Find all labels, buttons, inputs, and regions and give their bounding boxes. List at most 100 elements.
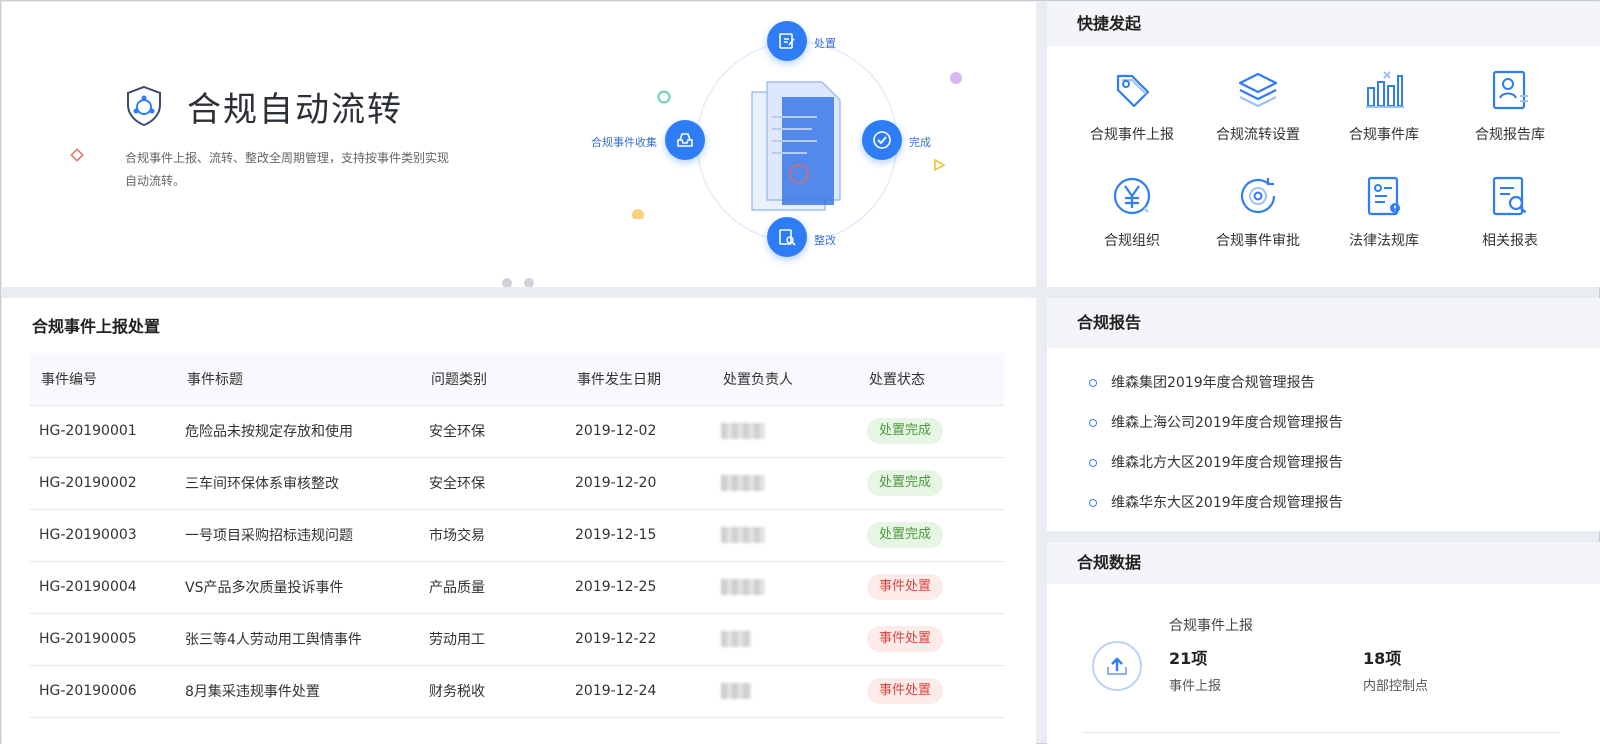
event-title[interactable]: 8月集采违规事件处置	[175, 664, 419, 718]
user-report-icon	[1492, 70, 1528, 110]
list-item[interactable]: 维森华东大区2019年度合规管理报告	[1089, 483, 1600, 523]
events-title: 合规事件上报处置	[2, 298, 1036, 356]
blurred-owner-name	[721, 579, 765, 595]
events-table: 事件编号 事件标题 问题类别 事件发生日期 处置负责人 处置状态 HG-2019…	[29, 353, 1004, 718]
carousel-dot-2[interactable]	[524, 278, 534, 287]
table-row[interactable]: HG-20190004 VS产品多次质量投诉事件 产品质量 2019-12-25…	[29, 560, 1004, 613]
status-badge: 处置完成	[867, 522, 944, 548]
data-title: 合规数据	[1047, 542, 1600, 584]
carousel-dot-1[interactable]	[502, 278, 512, 287]
divider	[1082, 732, 1560, 733]
quick-item-related-reports[interactable]: 相关报表	[1447, 172, 1573, 278]
data-subtitle: 合规事件上报	[1169, 618, 1253, 634]
bullet-ring-icon	[1089, 499, 1097, 507]
diamond-decoration-icon	[70, 148, 84, 162]
document-search-icon	[1492, 176, 1527, 216]
column-header-category: 问题类别	[431, 371, 487, 388]
list-item[interactable]: 维森集团2019年度合规管理报告	[1089, 363, 1600, 403]
quick-item-event-library[interactable]: 合规事件库	[1321, 66, 1447, 172]
event-date: 2019-12-02	[565, 404, 711, 457]
event-title[interactable]: 危险品未按规定存放和使用	[175, 404, 419, 457]
event-title[interactable]: VS产品多次质量投诉事件	[175, 560, 419, 613]
list-item[interactable]: 维森北方大区2019年度合规管理报告	[1089, 443, 1600, 483]
quick-item-label: 相关报表	[1482, 233, 1538, 249]
event-date: 2019-12-22	[565, 612, 711, 665]
rectify-step-label: 整改	[814, 234, 836, 247]
table-row[interactable]: HG-20190005 张三等4人劳动用工舆情事件 劳动用工 2019-12-2…	[29, 612, 1004, 665]
event-owner	[711, 664, 857, 718]
quick-start-title: 快捷发起	[1047, 2, 1600, 46]
quick-item-law-library[interactable]: 法律法规库	[1321, 172, 1447, 278]
event-category: 市场交易	[419, 508, 565, 561]
quick-start-card: 快捷发起 合规事件上报 合规流转设置 合规事件库 合规报告库 合规组织 合规事件…	[1047, 2, 1600, 287]
event-id: HG-20190005	[29, 612, 175, 665]
event-category: 产品质量	[419, 560, 565, 613]
status-badge: 处置完成	[867, 418, 944, 444]
blurred-owner-name	[721, 475, 765, 491]
event-owner	[711, 404, 857, 457]
quick-item-organization[interactable]: 合规组织	[1069, 172, 1195, 278]
list-item[interactable]: 维森上海公司2019年度合规管理报告	[1089, 403, 1600, 443]
event-category: 财务税收	[419, 664, 565, 718]
event-date: 2019-12-24	[565, 664, 711, 718]
status-badge: 事件处置	[867, 678, 944, 704]
blurred-owner-name	[721, 631, 751, 647]
status-badge: 事件处置	[867, 574, 944, 600]
event-date: 2019-12-15	[565, 508, 711, 561]
event-owner	[711, 612, 857, 665]
report-link[interactable]: 维森集团2019年度合规管理报告	[1111, 363, 1315, 403]
dispose-step-icon	[767, 21, 807, 61]
ring-decoration-icon	[657, 90, 671, 104]
play-decoration-icon	[934, 158, 946, 172]
blurred-owner-name	[721, 527, 765, 543]
quick-item-event-approval[interactable]: 合规事件审批	[1195, 172, 1321, 278]
reports-title: 合规报告	[1047, 298, 1600, 348]
event-date: 2019-12-20	[565, 456, 711, 509]
event-status-cell: 事件处置	[857, 664, 1004, 718]
quick-item-label: 合规报告库	[1475, 127, 1545, 143]
report-link[interactable]: 维森上海公司2019年度合规管理报告	[1111, 403, 1343, 443]
event-status-cell: 事件处置	[857, 612, 1004, 665]
report-link[interactable]: 维森华东大区2019年度合规管理报告	[1111, 483, 1343, 523]
event-title[interactable]: 一号项目采购招标违规问题	[175, 508, 419, 561]
quick-item-label: 合规事件审批	[1216, 233, 1300, 249]
event-title[interactable]: 张三等4人劳动用工舆情事件	[175, 612, 419, 665]
bullet-ring-icon	[1089, 459, 1097, 467]
quick-item-label: 合规事件库	[1349, 127, 1419, 143]
table-row[interactable]: HG-20190006 8月集采违规事件处置 财务税收 2019-12-24 事…	[29, 664, 1004, 718]
column-header-title: 事件标题	[187, 371, 243, 388]
collect-step-label: 合规事件收集	[591, 136, 657, 149]
banner-carousel: 合规自动流转 合规事件上报、流转、整改全周期管理，支持按事件类别实现自动流转。 …	[2, 2, 1036, 287]
event-date: 2019-12-25	[565, 560, 711, 613]
banner-title: 合规自动流转	[187, 90, 403, 130]
event-id: HG-20190004	[29, 560, 175, 613]
carousel-pagination	[502, 273, 546, 287]
stat-caption-controls: 内部控制点	[1363, 679, 1429, 694]
report-link[interactable]: 维森北方大区2019年度合规管理报告	[1111, 443, 1343, 483]
table-row[interactable]: HG-20190003 一号项目采购招标违规问题 市场交易 2019-12-15…	[29, 508, 1004, 561]
table-row[interactable]: HG-20190001 危险品未按规定存放和使用 安全环保 2019-12-02…	[29, 404, 1004, 457]
stat-value-events: 21项	[1169, 649, 1208, 668]
purple-dot-decoration-icon	[950, 72, 962, 84]
rectify-step-icon	[767, 217, 807, 257]
event-owner	[711, 560, 857, 613]
dispose-step-label: 处置	[814, 37, 836, 50]
event-id: HG-20190001	[29, 404, 175, 457]
event-id: HG-20190003	[29, 508, 175, 561]
quick-item-event-report[interactable]: 合规事件上报	[1069, 66, 1195, 172]
document-badge-icon	[1367, 176, 1400, 216]
table-row[interactable]: HG-20190002 三车间环保体系审核整改 安全环保 2019-12-20 …	[29, 456, 1004, 509]
column-header-date: 事件发生日期	[577, 371, 661, 388]
blurred-owner-name	[721, 683, 751, 699]
quick-item-label: 合规流转设置	[1216, 127, 1300, 143]
column-header-id: 事件编号	[41, 371, 97, 388]
quick-item-flow-setting[interactable]: 合规流转设置	[1195, 66, 1321, 172]
complete-step-icon	[862, 120, 902, 160]
event-status-cell: 处置完成	[857, 456, 1004, 509]
event-title[interactable]: 三车间环保体系审核整改	[175, 456, 419, 509]
event-id: HG-20190006	[29, 664, 175, 718]
events-card: 合规事件上报处置 事件编号 事件标题 问题类别 事件发生日期 处置负责人 处置状…	[2, 298, 1036, 744]
quick-item-report-library[interactable]: 合规报告库	[1447, 66, 1573, 172]
upload-icon	[1092, 641, 1142, 691]
blurred-owner-name	[721, 423, 765, 439]
